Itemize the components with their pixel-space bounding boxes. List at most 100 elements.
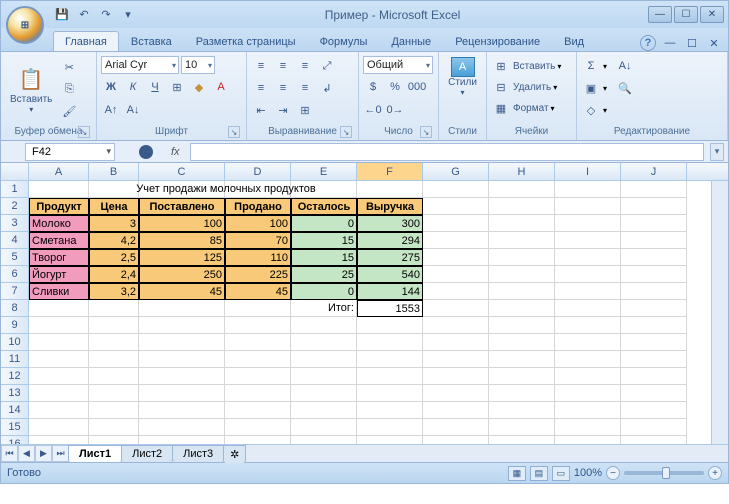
cell[interactable]: 15 bbox=[291, 249, 357, 266]
cell[interactable] bbox=[423, 351, 489, 368]
merge-cells-icon[interactable]: ⊞ bbox=[295, 100, 315, 120]
cell[interactable] bbox=[423, 181, 489, 198]
shrink-font-icon[interactable]: A↓ bbox=[123, 100, 143, 120]
cell[interactable] bbox=[621, 232, 687, 249]
tab-layout[interactable]: Разметка страницы bbox=[184, 31, 308, 51]
name-box[interactable]: F42▾ bbox=[25, 143, 115, 161]
percent-icon[interactable]: % bbox=[385, 77, 405, 97]
cell[interactable] bbox=[621, 283, 687, 300]
cell[interactable] bbox=[423, 215, 489, 232]
cell[interactable] bbox=[621, 402, 687, 419]
align-left-icon[interactable]: ≡ bbox=[251, 78, 271, 98]
cell[interactable] bbox=[89, 436, 139, 444]
cell[interactable] bbox=[621, 249, 687, 266]
cell[interactable]: 45 bbox=[225, 283, 291, 300]
office-button[interactable]: ⊞ bbox=[6, 6, 44, 44]
cell[interactable]: 4,2 bbox=[89, 232, 139, 249]
cell[interactable] bbox=[291, 402, 357, 419]
row-header[interactable]: 6 bbox=[1, 266, 28, 283]
cell[interactable]: 275 bbox=[357, 249, 423, 266]
cell[interactable]: Сметана bbox=[29, 232, 89, 249]
border-button[interactable]: ⊞ bbox=[167, 77, 187, 97]
cell[interactable] bbox=[225, 300, 291, 317]
cell[interactable] bbox=[291, 368, 357, 385]
cancel-formula-icon[interactable] bbox=[139, 145, 153, 159]
vertical-scrollbar[interactable] bbox=[711, 181, 728, 444]
cell[interactable] bbox=[225, 317, 291, 334]
cell[interactable] bbox=[139, 436, 225, 444]
row-header[interactable]: 13 bbox=[1, 385, 28, 402]
column-header[interactable]: H bbox=[489, 163, 555, 180]
row-header[interactable]: 14 bbox=[1, 402, 28, 419]
cell[interactable] bbox=[489, 300, 555, 317]
cell[interactable]: Продукт bbox=[29, 198, 89, 215]
cell[interactable] bbox=[621, 266, 687, 283]
cell[interactable] bbox=[225, 436, 291, 444]
page-break-view-icon[interactable]: ▭ bbox=[552, 466, 570, 481]
align-bottom-icon[interactable]: ≡ bbox=[295, 56, 315, 76]
cell[interactable] bbox=[89, 317, 139, 334]
increase-indent-icon[interactable]: ⇥ bbox=[273, 100, 293, 120]
row-header[interactable]: 5 bbox=[1, 249, 28, 266]
tab-review[interactable]: Рецензирование bbox=[443, 31, 552, 51]
cell[interactable] bbox=[291, 317, 357, 334]
cell[interactable] bbox=[29, 385, 89, 402]
zoom-in-icon[interactable]: + bbox=[708, 466, 722, 480]
cell[interactable] bbox=[489, 351, 555, 368]
cell[interactable] bbox=[489, 266, 555, 283]
alignment-launcher-icon[interactable]: ↘ bbox=[340, 126, 352, 138]
cell[interactable] bbox=[423, 198, 489, 215]
cell[interactable] bbox=[555, 385, 621, 402]
cell[interactable]: 25 bbox=[291, 266, 357, 283]
cell[interactable] bbox=[489, 419, 555, 436]
cell[interactable]: 45 bbox=[139, 283, 225, 300]
row-header[interactable]: 3 bbox=[1, 215, 28, 232]
formula-bar[interactable] bbox=[190, 143, 704, 161]
cell[interactable] bbox=[555, 402, 621, 419]
last-sheet-icon[interactable]: ⏭ bbox=[52, 445, 69, 462]
cell[interactable] bbox=[423, 334, 489, 351]
row-header[interactable]: 2 bbox=[1, 198, 28, 215]
sheet-tab[interactable]: Лист1 bbox=[68, 445, 122, 462]
normal-view-icon[interactable]: ▦ bbox=[508, 466, 526, 481]
number-launcher-icon[interactable]: ↘ bbox=[420, 126, 432, 138]
cell[interactable] bbox=[139, 419, 225, 436]
cell[interactable] bbox=[29, 334, 89, 351]
cell[interactable]: 2,5 bbox=[89, 249, 139, 266]
orientation-icon[interactable]: ⤢ bbox=[317, 56, 337, 76]
cell[interactable] bbox=[357, 385, 423, 402]
cell[interactable] bbox=[89, 300, 139, 317]
align-middle-icon[interactable]: ≡ bbox=[273, 56, 293, 76]
cell[interactable] bbox=[291, 334, 357, 351]
currency-icon[interactable]: $ bbox=[363, 77, 383, 97]
delete-cells-button[interactable]: ⊟Удалить▾ bbox=[491, 77, 572, 97]
cell[interactable] bbox=[555, 334, 621, 351]
cell[interactable] bbox=[555, 232, 621, 249]
column-header[interactable]: B bbox=[89, 163, 139, 180]
page-layout-view-icon[interactable]: ▤ bbox=[530, 466, 548, 481]
underline-button[interactable]: Ч bbox=[145, 77, 165, 97]
cell[interactable] bbox=[89, 334, 139, 351]
cell[interactable] bbox=[225, 385, 291, 402]
column-header[interactable]: A bbox=[29, 163, 89, 180]
cell[interactable] bbox=[139, 317, 225, 334]
find-select-icon[interactable]: 🔍 bbox=[615, 78, 635, 98]
zoom-level[interactable]: 100% bbox=[574, 467, 602, 479]
number-format-combo[interactable]: Общий▾ bbox=[363, 56, 433, 74]
cell[interactable] bbox=[225, 402, 291, 419]
cell[interactable]: 144 bbox=[357, 283, 423, 300]
column-header[interactable]: C bbox=[139, 163, 225, 180]
tab-insert[interactable]: Вставка bbox=[119, 31, 184, 51]
cell[interactable] bbox=[621, 351, 687, 368]
align-right-icon[interactable]: ≡ bbox=[295, 78, 315, 98]
fill-color-button[interactable]: ◆ bbox=[189, 77, 209, 97]
tab-formulas[interactable]: Формулы bbox=[308, 31, 380, 51]
cell[interactable]: Итог: bbox=[291, 300, 357, 317]
cell[interactable] bbox=[489, 198, 555, 215]
cell[interactable]: Молоко bbox=[29, 215, 89, 232]
styles-button[interactable]: A Стили ▾ bbox=[443, 54, 482, 125]
cell[interactable] bbox=[555, 419, 621, 436]
maximize-button[interactable]: ☐ bbox=[674, 6, 698, 23]
column-header[interactable]: F bbox=[357, 163, 423, 180]
cell[interactable] bbox=[225, 419, 291, 436]
